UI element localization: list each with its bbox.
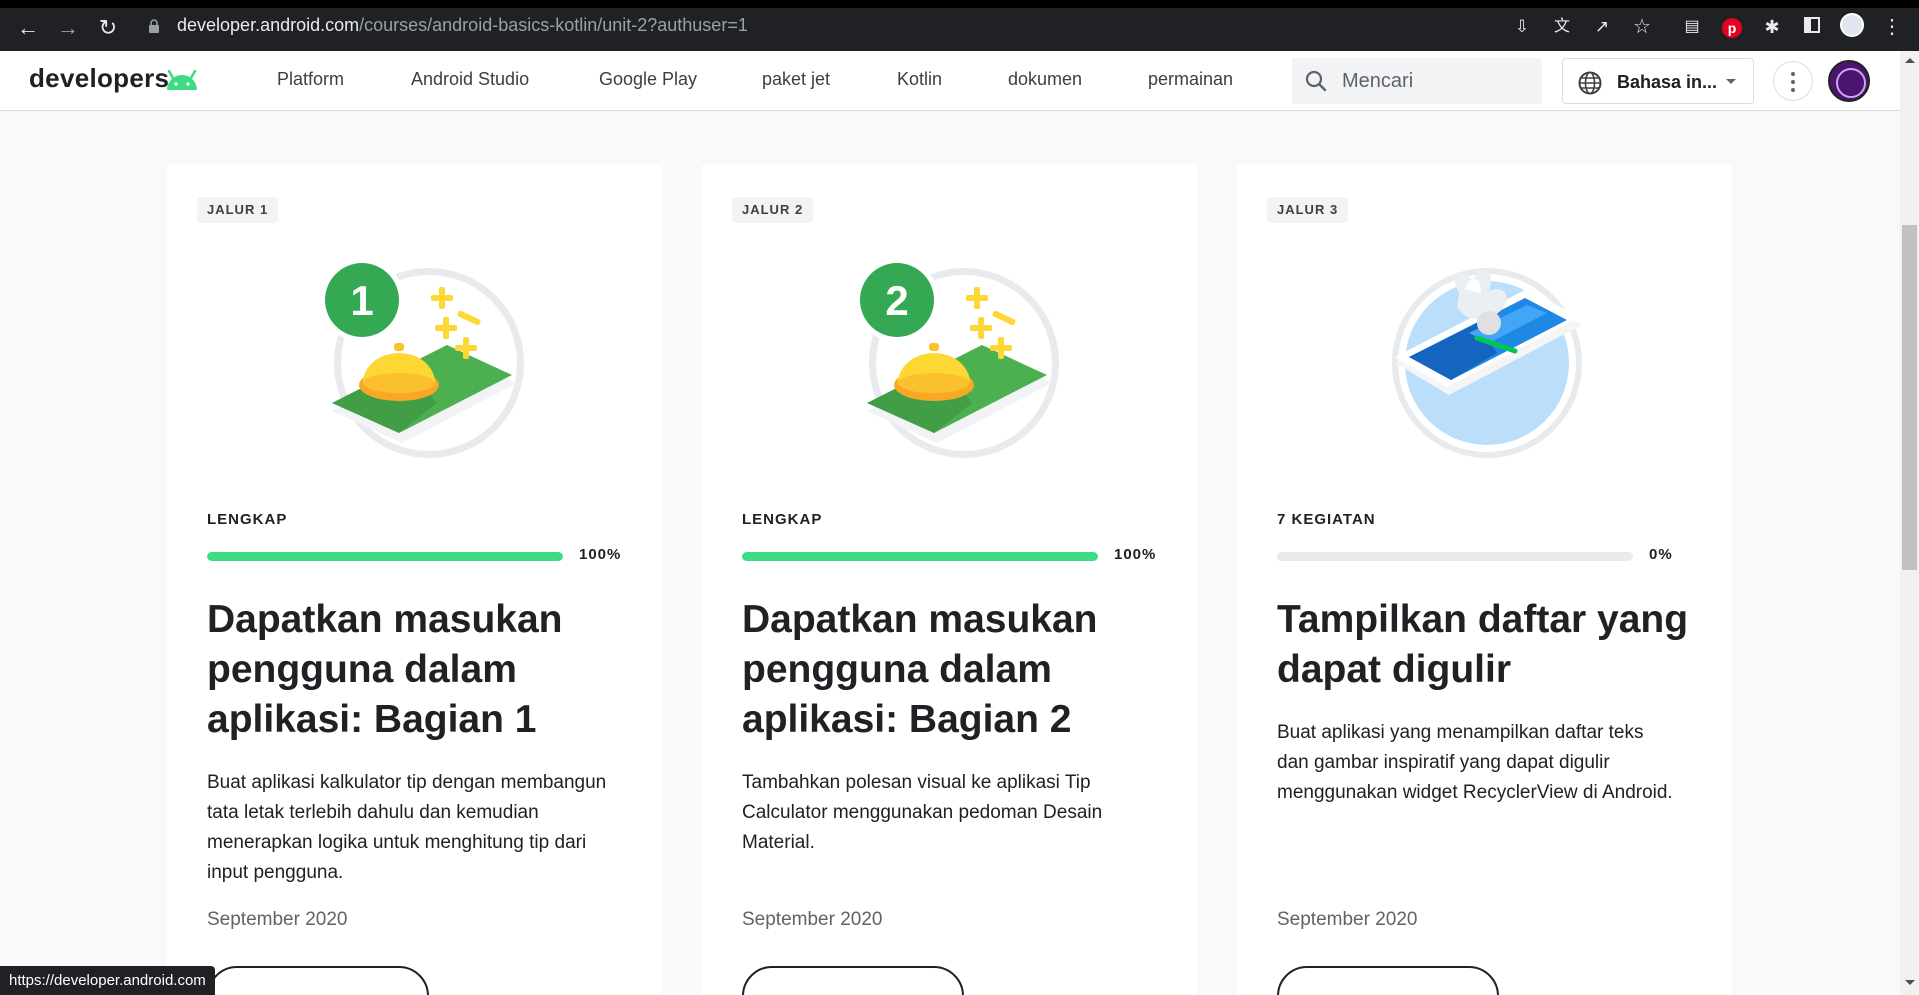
caret-down-icon xyxy=(1726,79,1736,84)
pathway-number-label: 2 xyxy=(885,277,908,324)
install-icon[interactable]: ⇩ xyxy=(1508,13,1536,41)
pinterest-icon[interactable]: p xyxy=(1718,13,1746,41)
progress-percent: 100% xyxy=(1114,546,1157,563)
progress-bar xyxy=(1277,552,1633,561)
language-selector[interactable]: Bahasa in... xyxy=(1562,58,1754,104)
extensions-icon[interactable]: ✱ xyxy=(1758,13,1786,41)
scroll-up-arrow-icon[interactable] xyxy=(1905,58,1915,63)
browser-menu-icon[interactable]: ⋮ xyxy=(1878,13,1906,41)
pathway-date: September 2020 xyxy=(207,909,348,930)
pathway-badge: JALUR 1 xyxy=(197,197,279,223)
more-options-button[interactable] xyxy=(1773,61,1813,101)
progress-fill xyxy=(207,552,563,561)
nav-link-jetpack[interactable]: paket jet xyxy=(762,69,830,90)
pathway-cta-button[interactable] xyxy=(207,966,429,995)
browser-toolbar: ← → ↻ developer.android.com/courses/andr… xyxy=(0,0,1919,51)
side-panel-icon[interactable] xyxy=(1798,13,1826,41)
progress-percent: 0% xyxy=(1649,546,1673,563)
pathway-title[interactable]: Dapatkan masukan pengguna dalam aplikasi… xyxy=(207,595,627,745)
nav-link-docs[interactable]: dokumen xyxy=(1008,69,1082,90)
search-box[interactable]: Mencari xyxy=(1292,58,1542,104)
cast-icon[interactable]: ▤ xyxy=(1678,13,1706,41)
pathway-status: LENGKAP xyxy=(207,511,288,528)
pathway-description: Buat aplikasi kalkulator tip dengan memb… xyxy=(207,772,607,883)
nav-link-platform[interactable]: Platform xyxy=(277,69,344,90)
lock-icon xyxy=(149,19,159,33)
pathway-badge: JALUR 2 xyxy=(732,197,814,223)
pathway-status: LENGKAP xyxy=(742,511,823,528)
translate-icon[interactable]: 文 xyxy=(1548,13,1576,41)
globe-icon xyxy=(1578,71,1602,95)
tip-calculator-bell-illustration: 1 xyxy=(320,258,524,458)
language-label: Bahasa in... xyxy=(1617,72,1718,92)
pathway-description: Buat aplikasi yang menampilkan daftar te… xyxy=(1277,722,1673,803)
bookmark-star-icon[interactable]: ☆ xyxy=(1628,13,1656,41)
back-arrow-icon[interactable]: ← xyxy=(14,14,42,42)
pathway-cta-button[interactable] xyxy=(1277,966,1499,995)
pathway-title[interactable]: Dapatkan masukan pengguna dalam aplikasi… xyxy=(742,595,1162,745)
pathway-card-2[interactable]: JALUR 2 2 LENGKAP 100% Dapatkan masukan … xyxy=(702,165,1197,995)
tab-strip xyxy=(0,0,1919,8)
url-text[interactable]: developer.android.com/courses/android-ba… xyxy=(177,15,748,36)
share-icon[interactable]: ↗ xyxy=(1588,13,1616,41)
scrollbar-thumb[interactable] xyxy=(1902,225,1917,570)
pathway-card-3[interactable]: JALUR 3 7 KEGIATAN 0% Tampilkan daftar y… xyxy=(1237,165,1732,995)
progress-bar xyxy=(742,552,1098,561)
tip-calculator-bell-illustration: 2 xyxy=(855,258,1059,458)
pathway-date: September 2020 xyxy=(742,909,883,930)
nav-link-kotlin[interactable]: Kotlin xyxy=(897,69,942,90)
search-placeholder: Mencari xyxy=(1342,70,1414,92)
forward-arrow-icon[interactable]: → xyxy=(54,14,82,42)
pathway-status: 7 KEGIATAN xyxy=(1277,511,1376,528)
progress-bar xyxy=(207,552,563,561)
pathway-number-label: 1 xyxy=(350,277,373,324)
pathway-cta-button[interactable] xyxy=(742,966,964,995)
nav-link-games[interactable]: permainan xyxy=(1148,69,1233,90)
profile-icon[interactable] xyxy=(1838,13,1866,41)
site-logo[interactable]: developers xyxy=(29,63,169,94)
reload-icon[interactable]: ↻ xyxy=(94,14,122,42)
site-header: developers Platform Android Studio Googl… xyxy=(0,51,1900,111)
scroll-down-arrow-icon[interactable] xyxy=(1905,980,1915,985)
progress-fill xyxy=(742,552,1098,561)
pathway-card-1[interactable]: JALUR 1 1 LENGKAP 100% Dapatkan masukan … xyxy=(167,165,662,995)
nav-link-google-play[interactable]: Google Play xyxy=(599,69,697,90)
pathway-badge: JALUR 3 xyxy=(1267,197,1349,223)
nav-link-android-studio[interactable]: Android Studio xyxy=(411,69,529,90)
link-status-tooltip: https://developer.android.com xyxy=(0,966,215,995)
pathway-title[interactable]: Tampilkan daftar yang dapat digulir xyxy=(1277,595,1697,695)
android-logo-icon xyxy=(167,70,197,90)
user-avatar[interactable] xyxy=(1828,60,1870,102)
search-icon xyxy=(1305,70,1327,92)
pathway-description: Tambahkan polesan visual ke aplikasi Tip… xyxy=(742,772,1103,853)
pathway-date: September 2020 xyxy=(1277,909,1418,930)
scrolling-list-phone-illustration xyxy=(1392,268,1582,458)
progress-percent: 100% xyxy=(579,546,622,563)
